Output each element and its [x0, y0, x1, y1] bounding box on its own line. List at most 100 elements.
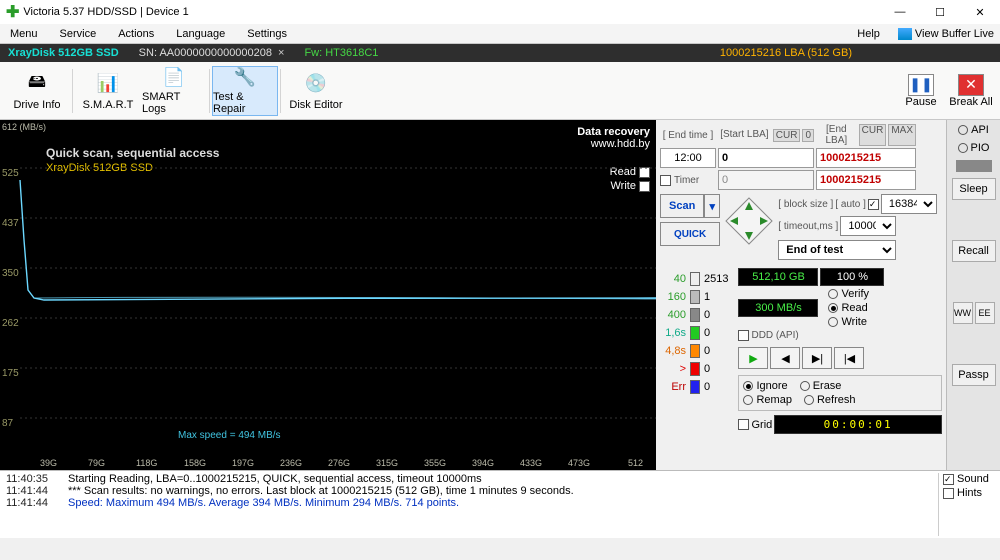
drive-icon: 🖴: [24, 71, 50, 97]
sound-checkbox[interactable]: [943, 474, 954, 485]
ddd-label: DDD (API): [751, 330, 798, 341]
view-buffer-live[interactable]: View Buffer Live: [915, 28, 994, 40]
window-title: Victoria 5.37 HDD/SSD | Device 1: [23, 6, 880, 18]
log-line: 11:41:44*** Scan results: no warnings, n…: [6, 485, 938, 497]
grid-label: Grid: [751, 419, 772, 431]
maximize-button[interactable]: ☐: [920, 0, 960, 24]
end-of-test-select[interactable]: End of test: [778, 240, 896, 260]
skip-prev-button[interactable]: |◀: [834, 347, 864, 369]
x-tick: 236G: [280, 458, 302, 468]
buffer-icon: [898, 28, 912, 40]
end-lba-readonly: [816, 170, 916, 190]
timer-checkbox[interactable]: [660, 175, 671, 186]
capacity-box: 512,10 GB: [738, 268, 818, 286]
break-all-button[interactable]: ✕ Break All: [946, 66, 996, 116]
max-button[interactable]: MAX: [888, 124, 916, 146]
playback-controls: ▶ ◀ ▶| |◀: [738, 347, 942, 369]
x-tick: 276G: [328, 458, 350, 468]
rate-box: 300 MB/s: [738, 299, 818, 317]
menu-menu[interactable]: Menu: [6, 26, 56, 42]
x-tick: 39G: [40, 458, 57, 468]
remap-radio[interactable]: Remap: [743, 394, 791, 406]
x-tick: 79G: [88, 458, 105, 468]
pause-button[interactable]: ❚❚ Pause: [896, 66, 946, 116]
drive-info-label: Drive Info: [13, 99, 60, 111]
ignore-radio[interactable]: Ignore: [743, 380, 787, 392]
nav-diamond[interactable]: [722, 194, 776, 248]
verify-radio[interactable]: Verify: [828, 288, 869, 300]
ww-button[interactable]: WW: [953, 302, 973, 324]
erase-radio[interactable]: Erase: [800, 380, 842, 392]
refresh-radio[interactable]: Refresh: [804, 394, 856, 406]
start-lba-readonly: [718, 170, 814, 190]
x-tick: 433G: [520, 458, 542, 468]
block-size-select[interactable]: 16384: [881, 194, 937, 214]
titlebar: ✚ Victoria 5.37 HDD/SSD | Device 1 — ☐ ✕: [0, 0, 1000, 24]
menu-help[interactable]: Help: [853, 26, 898, 42]
x-tick: 473G: [568, 458, 590, 468]
x-tick: 394G: [472, 458, 494, 468]
zero-button[interactable]: 0: [802, 129, 814, 142]
elapsed-clock: 00:00:01: [774, 415, 942, 434]
end-time-input[interactable]: [660, 148, 716, 168]
indicator-icon: [956, 160, 992, 172]
scan-dropdown[interactable]: ▾: [704, 194, 720, 218]
lba-info: 1000215216 LBA (512 GB): [720, 47, 852, 59]
sound-label: Sound: [957, 473, 989, 485]
cur-button[interactable]: CUR: [773, 129, 801, 142]
drive-info-button[interactable]: 🖴 Drive Info: [4, 66, 70, 116]
recall-button[interactable]: Recall: [952, 240, 996, 262]
start-lba-input[interactable]: [718, 148, 814, 168]
cur-button-2[interactable]: CUR: [859, 124, 887, 146]
sn-close-icon[interactable]: ×: [278, 47, 284, 59]
toolbar: 🖴 Drive Info 📊 S.M.A.R.T 📄 SMART Logs 🔧 …: [0, 62, 1000, 120]
menu-language[interactable]: Language: [172, 26, 243, 42]
log-line: 11:40:35Starting Reading, LBA=0..1000215…: [6, 473, 938, 485]
pio-radio[interactable]: PIO: [958, 142, 990, 154]
menu-settings[interactable]: Settings: [243, 26, 305, 42]
ddd-checkbox[interactable]: [738, 330, 749, 341]
api-radio[interactable]: API: [958, 124, 989, 136]
test-repair-button[interactable]: 🔧 Test & Repair: [212, 66, 278, 116]
read-radio[interactable]: Read: [828, 302, 869, 314]
break-all-label: Break All: [949, 96, 992, 108]
serial-number: SN: AA0000000000000208: [139, 47, 272, 59]
x-tick: 118G: [136, 458, 157, 468]
end-lba-label: [End LBA]: [816, 124, 857, 146]
close-button[interactable]: ✕: [960, 0, 1000, 24]
timer-label: Timer: [674, 175, 699, 186]
play-button[interactable]: ▶: [738, 347, 768, 369]
wrench-icon: 🔧: [232, 67, 258, 89]
hints-checkbox[interactable]: [943, 488, 954, 499]
speed-curve: [0, 120, 656, 470]
start-lba-label: [Start LBA]: [718, 129, 771, 142]
end-time-label: [ End time ]: [660, 130, 716, 141]
timeout-select[interactable]: 10000: [840, 216, 896, 236]
block-size-label: [ block size ]: [778, 199, 833, 210]
grid-checkbox[interactable]: [738, 419, 749, 430]
app-icon: ✚: [6, 2, 19, 22]
pause-icon: ❚❚: [908, 74, 934, 96]
write-radio[interactable]: Write: [828, 316, 869, 328]
ee-button[interactable]: EE: [975, 302, 995, 324]
log-icon: 📄: [161, 67, 187, 89]
minimize-button[interactable]: —: [880, 0, 920, 24]
skip-next-button[interactable]: ▶|: [802, 347, 832, 369]
end-lba-input[interactable]: [816, 148, 916, 168]
x-tick: 355G: [424, 458, 446, 468]
passp-button[interactable]: Passp: [952, 364, 996, 386]
sleep-button[interactable]: Sleep: [952, 178, 996, 200]
smart-logs-button[interactable]: 📄 SMART Logs: [141, 66, 207, 116]
menu-service[interactable]: Service: [56, 26, 115, 42]
disk-editor-button[interactable]: 💿 Disk Editor: [283, 66, 349, 116]
auto-label: [ auto ]: [835, 199, 866, 210]
quick-button[interactable]: QUICK: [660, 222, 720, 246]
smart-button[interactable]: 📊 S.M.A.R.T: [75, 66, 141, 116]
firmware: Fw: HT3618C1: [304, 47, 378, 59]
rewind-button[interactable]: ◀: [770, 347, 800, 369]
scan-button[interactable]: Scan: [660, 194, 704, 218]
x-tick: 512: [628, 458, 643, 468]
x-tick: 315G: [376, 458, 398, 468]
auto-checkbox[interactable]: [868, 199, 879, 210]
menu-actions[interactable]: Actions: [114, 26, 172, 42]
